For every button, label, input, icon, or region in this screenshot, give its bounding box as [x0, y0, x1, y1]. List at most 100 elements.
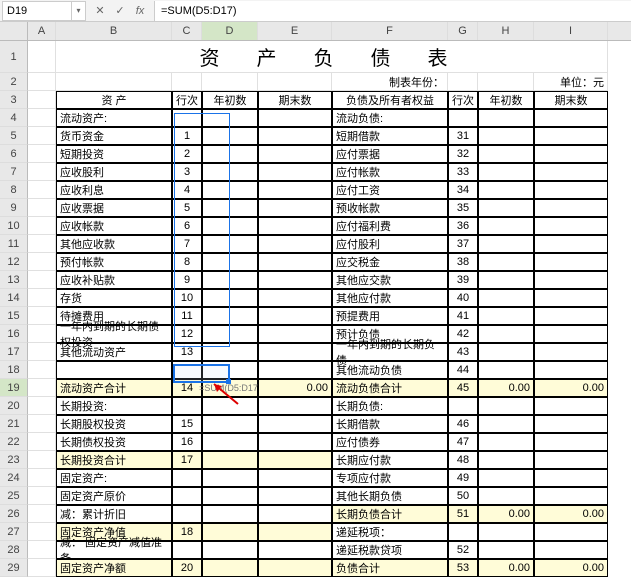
cell[interactable] [478, 451, 534, 469]
row-header[interactable]: 1 [0, 41, 28, 73]
row-header[interactable]: 13 [0, 271, 28, 289]
cell[interactable] [534, 541, 608, 559]
cell[interactable] [202, 343, 258, 361]
cell[interactable] [258, 559, 332, 577]
cell[interactable] [28, 433, 56, 451]
col-header-D[interactable]: D [202, 22, 258, 40]
cell[interactable] [258, 415, 332, 433]
row-header[interactable]: 3 [0, 91, 28, 109]
cell[interactable] [28, 199, 56, 217]
cell[interactable]: 38 [448, 253, 478, 271]
cell[interactable]: 期末数 [534, 91, 608, 109]
row-header[interactable]: 26 [0, 505, 28, 523]
cell[interactable]: 31 [448, 127, 478, 145]
cell[interactable] [258, 109, 332, 127]
cell[interactable] [478, 181, 534, 199]
cell[interactable]: 0.00 [534, 505, 608, 523]
cell[interactable]: 52 [448, 541, 478, 559]
cell[interactable] [534, 253, 608, 271]
cell[interactable]: 预提费用 [332, 307, 448, 325]
cell[interactable]: 年初数 [478, 91, 534, 109]
cell[interactable] [28, 109, 56, 127]
cell[interactable] [202, 433, 258, 451]
cell[interactable] [202, 127, 258, 145]
cell[interactable] [28, 307, 56, 325]
cell[interactable] [28, 217, 56, 235]
cell[interactable] [28, 469, 56, 487]
cell[interactable] [202, 487, 258, 505]
formula-input[interactable] [154, 1, 631, 21]
cell[interactable] [478, 487, 534, 505]
cell[interactable] [258, 289, 332, 307]
cell[interactable] [478, 325, 534, 343]
row-header[interactable]: 18 [0, 361, 28, 379]
cell[interactable] [28, 415, 56, 433]
cell[interactable] [28, 505, 56, 523]
cell[interactable] [28, 235, 56, 253]
cell[interactable]: 短期借款 [332, 127, 448, 145]
cell[interactable]: 预付帐款 [56, 253, 172, 271]
cell[interactable] [28, 487, 56, 505]
cell[interactable] [28, 181, 56, 199]
cancel-formula-icon[interactable]: ✕ [92, 3, 108, 19]
cell[interactable] [28, 127, 56, 145]
cell[interactable] [478, 289, 534, 307]
cell[interactable] [258, 469, 332, 487]
cell[interactable]: 应交税金 [332, 253, 448, 271]
row-header[interactable]: 23 [0, 451, 28, 469]
cell[interactable]: 行次 [448, 91, 478, 109]
row-header[interactable]: 25 [0, 487, 28, 505]
cell[interactable]: 其他流动资产 [56, 343, 172, 361]
cell[interactable] [258, 235, 332, 253]
cell[interactable]: 长期投资合计 [56, 451, 172, 469]
cell[interactable] [172, 541, 202, 559]
cell[interactable]: 应付帐款 [332, 163, 448, 181]
cell[interactable] [534, 217, 608, 235]
cell[interactable]: 5 [172, 199, 202, 217]
cell[interactable] [202, 451, 258, 469]
cell[interactable]: 流动负债: [332, 109, 448, 127]
cell[interactable]: 51 [448, 505, 478, 523]
row-header[interactable]: 10 [0, 217, 28, 235]
cell[interactable]: 37 [448, 235, 478, 253]
cell[interactable] [448, 397, 478, 415]
cell[interactable]: 其他长期负债 [332, 487, 448, 505]
cell[interactable] [478, 541, 534, 559]
cell[interactable]: 长期应付款 [332, 451, 448, 469]
cell[interactable] [448, 109, 478, 127]
cell[interactable] [258, 217, 332, 235]
cell[interactable]: 行次 [172, 91, 202, 109]
cell[interactable] [28, 523, 56, 541]
cell[interactable] [202, 109, 258, 127]
cell[interactable]: 0.00 [534, 559, 608, 577]
row-header[interactable]: 11 [0, 235, 28, 253]
cell[interactable] [534, 343, 608, 361]
cell[interactable] [534, 289, 608, 307]
accept-formula-icon[interactable]: ✓ [112, 3, 128, 19]
cell[interactable] [258, 433, 332, 451]
cell[interactable]: 长期债权投资 [56, 433, 172, 451]
cell[interactable]: 53 [448, 559, 478, 577]
row-header[interactable]: 19 [0, 379, 28, 397]
cell[interactable]: 12 [172, 325, 202, 343]
cell[interactable] [478, 145, 534, 163]
cell[interactable]: 16 [172, 433, 202, 451]
cell[interactable]: 46 [448, 415, 478, 433]
cell[interactable]: 长期负债: [332, 397, 448, 415]
cell[interactable]: =SUM(D5:D17) [202, 379, 258, 397]
cell[interactable]: 41 [448, 307, 478, 325]
cell[interactable]: 应收股利 [56, 163, 172, 181]
cell[interactable] [534, 523, 608, 541]
cell[interactable]: 6 [172, 217, 202, 235]
cell[interactable]: 1 [172, 127, 202, 145]
cell[interactable]: 资 产 [56, 91, 172, 109]
cell[interactable] [28, 379, 56, 397]
cell[interactable] [202, 469, 258, 487]
cell[interactable]: 50 [448, 487, 478, 505]
cell[interactable]: 固定资产净额 [56, 559, 172, 577]
cell[interactable]: 应付债券 [332, 433, 448, 451]
cell[interactable]: 应收利息 [56, 181, 172, 199]
fx-icon[interactable]: fx [132, 3, 148, 19]
cell[interactable] [28, 343, 56, 361]
cell[interactable] [478, 397, 534, 415]
